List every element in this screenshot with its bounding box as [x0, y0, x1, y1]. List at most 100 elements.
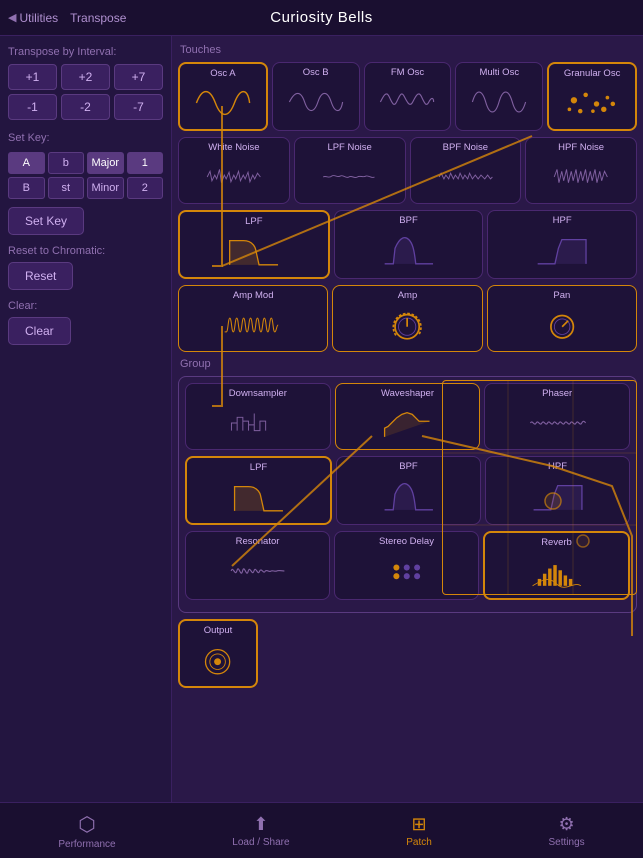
- lpf-visual: [184, 229, 324, 273]
- white-noise-visual: [183, 155, 285, 199]
- interval-minus7[interactable]: -7: [114, 94, 163, 120]
- fm-osc-node[interactable]: FM Osc: [364, 62, 452, 131]
- nav-patch[interactable]: ⊞ Patch: [398, 810, 440, 852]
- amp-mod-label: Amp Mod: [233, 290, 274, 301]
- set-key-label: Set Key:: [8, 132, 163, 144]
- group-section: Group Downsampler Waveshaper: [178, 358, 637, 613]
- nav-settings[interactable]: ⚙ Settings: [541, 810, 593, 852]
- granular-osc-node[interactable]: Granular Osc: [547, 62, 637, 131]
- oscillators-row: Osc A Osc B FM Osc: [178, 62, 637, 131]
- resonator-node[interactable]: Resonator: [185, 531, 330, 600]
- key-2[interactable]: 2: [127, 177, 164, 199]
- group-filter-row: LPF BPF HPF: [185, 456, 630, 525]
- interval-minus1[interactable]: -1: [8, 94, 57, 120]
- performance-icon: ⬡: [78, 812, 95, 837]
- waveshaper-node[interactable]: Waveshaper: [335, 383, 481, 450]
- lpf-noise-node[interactable]: LPF Noise: [294, 137, 406, 204]
- bpf-visual: [339, 228, 479, 272]
- osc-a-node[interactable]: Osc A: [178, 62, 268, 131]
- touches-label: Touches: [180, 44, 637, 56]
- nav-load-share[interactable]: ⬆ Load / Share: [224, 810, 297, 852]
- sidebar: Transpose by Interval: +1 +2 +7 -1 -2 -7…: [0, 36, 172, 818]
- downsampler-label: Downsampler: [229, 388, 287, 399]
- waveshaper-visual: [340, 401, 476, 445]
- reset-button[interactable]: Reset: [8, 262, 73, 290]
- fm-osc-label: FM Osc: [391, 67, 424, 78]
- bpf-label: BPF: [399, 215, 417, 226]
- performance-label: Performance: [58, 839, 115, 850]
- amp-mod-node[interactable]: Amp Mod: [178, 285, 328, 352]
- hpf2-node[interactable]: HPF: [485, 456, 630, 525]
- pan-visual: [492, 303, 632, 347]
- reverb-node[interactable]: Reverb: [483, 531, 630, 600]
- set-key-button[interactable]: Set Key: [8, 207, 84, 235]
- group-effects-row: Resonator Stereo Delay: [185, 531, 630, 600]
- nav-performance[interactable]: ⬡ Performance: [50, 808, 123, 854]
- reverb-label: Reverb: [541, 537, 572, 548]
- main-content: Touches Osc A Osc B FM Osc: [172, 36, 643, 818]
- output-node[interactable]: Output: [178, 619, 258, 688]
- amp-node[interactable]: Amp: [332, 285, 482, 352]
- multi-osc-node[interactable]: Multi Osc: [455, 62, 543, 131]
- bpf-node[interactable]: BPF: [334, 210, 484, 279]
- hpf2-visual: [490, 474, 625, 518]
- settings-label: Settings: [549, 837, 585, 848]
- lpf-noise-visual: [299, 155, 401, 199]
- key-major[interactable]: Major: [87, 152, 124, 174]
- osc-b-node[interactable]: Osc B: [272, 62, 360, 131]
- key-B[interactable]: B: [8, 177, 45, 199]
- hpf-label: HPF: [553, 215, 572, 226]
- multi-osc-visual: [460, 80, 538, 124]
- hpf-noise-node[interactable]: HPF Noise: [525, 137, 637, 204]
- bpf2-label: BPF: [399, 461, 417, 472]
- header-left-nav: ◀ Utilities Transpose: [8, 11, 126, 25]
- stereo-delay-node[interactable]: Stereo Delay: [334, 531, 479, 600]
- pan-node[interactable]: Pan: [487, 285, 637, 352]
- white-noise-node[interactable]: White Noise: [178, 137, 290, 204]
- patch-label: Patch: [406, 837, 432, 848]
- key-sharp[interactable]: st: [48, 177, 85, 199]
- output-label: Output: [204, 625, 233, 636]
- key-A[interactable]: A: [8, 152, 45, 174]
- lpf-node[interactable]: LPF: [178, 210, 330, 279]
- key-minor[interactable]: Minor: [87, 177, 124, 199]
- downsampler-visual: [190, 401, 326, 445]
- interval-plus2[interactable]: +2: [61, 64, 110, 90]
- phaser-node[interactable]: Phaser: [484, 383, 630, 450]
- header: ◀ Utilities Transpose Curiosity Bells: [0, 0, 643, 36]
- hpf2-label: HPF: [548, 461, 567, 472]
- fm-osc-visual: [369, 80, 447, 124]
- bpf2-node[interactable]: BPF: [336, 456, 481, 525]
- lpf-label: LPF: [245, 216, 262, 227]
- interval-plus7[interactable]: +7: [114, 64, 163, 90]
- resonator-label: Resonator: [236, 536, 280, 547]
- interval-plus1[interactable]: +1: [8, 64, 57, 90]
- osc-b-visual: [277, 80, 355, 124]
- clear-button[interactable]: Clear: [8, 317, 71, 345]
- output-visual: [184, 638, 252, 682]
- transpose-button[interactable]: Transpose: [70, 11, 126, 25]
- bpf-noise-node[interactable]: BPF Noise: [410, 137, 522, 204]
- downsampler-node[interactable]: Downsampler: [185, 383, 331, 450]
- granular-osc-visual: [553, 81, 631, 125]
- group-row-1: Downsampler Waveshaper: [185, 383, 630, 450]
- hpf-node[interactable]: HPF: [487, 210, 637, 279]
- granular-osc-label: Granular Osc: [564, 68, 621, 79]
- transpose-section-label: Transpose by Interval:: [8, 46, 163, 58]
- key-flat[interactable]: b: [48, 152, 85, 174]
- pan-label: Pan: [553, 290, 570, 301]
- phaser-visual: [489, 401, 625, 445]
- interval-minus2[interactable]: -2: [61, 94, 110, 120]
- page-title: Curiosity Bells: [270, 9, 373, 26]
- utilities-button[interactable]: ◀ Utilities: [8, 11, 58, 25]
- bpf-noise-visual: [415, 155, 517, 199]
- hpf-visual: [492, 228, 632, 272]
- reset-section-label: Reset to Chromatic:: [8, 245, 163, 257]
- lpf2-node[interactable]: LPF: [185, 456, 332, 525]
- resonator-visual: [190, 549, 325, 593]
- group-label: Group: [180, 358, 637, 370]
- white-noise-label: White Noise: [208, 142, 259, 153]
- key-1[interactable]: 1: [127, 152, 164, 174]
- key-grid: A b Major 1 B st Minor 2: [8, 152, 163, 199]
- multi-osc-label: Multi Osc: [479, 67, 519, 78]
